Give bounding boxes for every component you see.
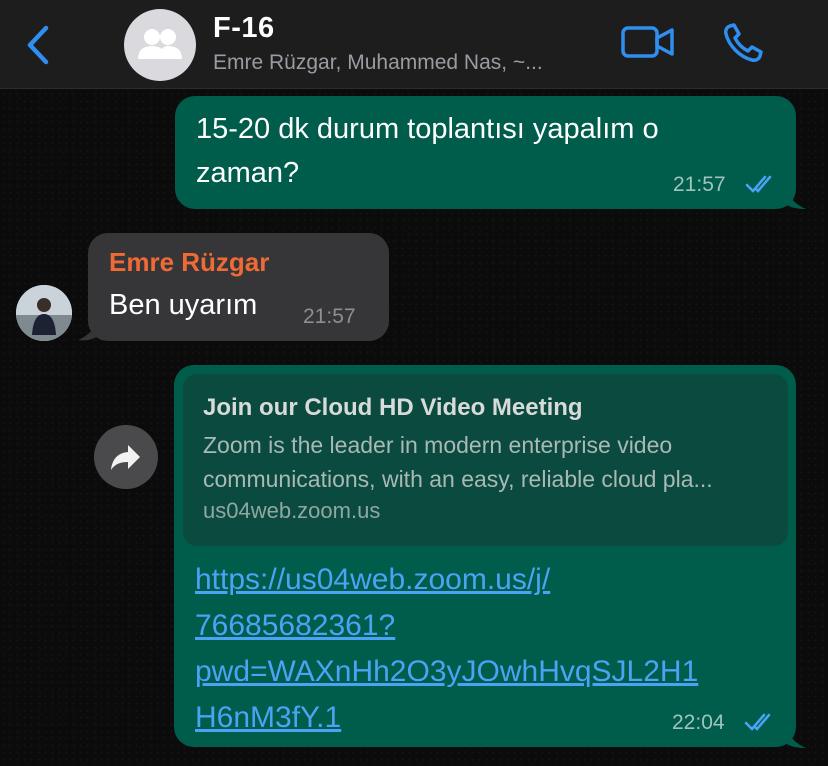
- link-preview-card[interactable]: Join our Cloud HD Video Meeting Zoom is …: [183, 374, 788, 546]
- group-icon: [138, 29, 182, 59]
- link-preview-title: Join our Cloud HD Video Meeting: [203, 394, 583, 421]
- sender-avatar[interactable]: [16, 285, 72, 341]
- double-check-icon: [745, 175, 772, 193]
- message-text: Ben uyarım: [109, 289, 258, 321]
- link-preview-description: Zoom is the leader in modern enterprise …: [203, 428, 778, 496]
- user-photo-icon: [16, 285, 72, 341]
- message-line: zaman?: [196, 157, 300, 189]
- message-line: 15-20 dk durum toplantısı yapalım o: [196, 113, 659, 145]
- bubble-tail: [784, 185, 806, 209]
- video-camera-icon: [621, 26, 674, 58]
- double-check-icon: [744, 713, 771, 731]
- chat-header: F-16 Emre Rüzgar, Muhammed Nas, ~...: [0, 0, 828, 89]
- message-bubble-outgoing[interactable]: 15-20 dk durum toplantısı yapalım o zama…: [175, 96, 796, 209]
- voice-call-button[interactable]: [720, 20, 768, 66]
- forward-button[interactable]: [94, 425, 158, 489]
- group-avatar[interactable]: [124, 9, 196, 81]
- chat-title[interactable]: F-16: [213, 12, 275, 45]
- bubble-tail: [784, 724, 806, 748]
- link-preview-host: us04web.zoom.us: [203, 498, 381, 523]
- meeting-link-line[interactable]: https://us04web.zoom.us/j/: [195, 557, 775, 603]
- phone-icon: [724, 23, 763, 62]
- chevron-left-icon: [27, 25, 49, 65]
- link-preview-description-line: communications, with an easy, reliable c…: [203, 466, 713, 492]
- chat-members[interactable]: Emre Rüzgar, Muhammed Nas, ~...: [213, 51, 543, 75]
- meeting-link-line[interactable]: pwd=WAXnHh2O3yJOwhHvqSJL2H1: [195, 649, 775, 695]
- link-preview-description-line: Zoom is the leader in modern enterprise …: [203, 432, 673, 458]
- message-text: 15-20 dk durum toplantısı yapalım o zama…: [196, 107, 659, 195]
- message-time: 21:57: [303, 305, 356, 328]
- message-time: 21:57: [673, 173, 726, 196]
- forward-arrow-icon: [111, 445, 140, 470]
- message-time: 22:04: [672, 711, 725, 734]
- sender-name[interactable]: Emre Rüzgar: [109, 247, 269, 278]
- video-call-button[interactable]: [620, 22, 676, 62]
- meeting-link-line[interactable]: 76685682361?: [195, 603, 775, 649]
- bubble-tail: [78, 318, 100, 341]
- back-button[interactable]: [22, 22, 56, 68]
- message-bubble-incoming[interactable]: Emre Rüzgar Ben uyarım 21:57: [88, 233, 389, 341]
